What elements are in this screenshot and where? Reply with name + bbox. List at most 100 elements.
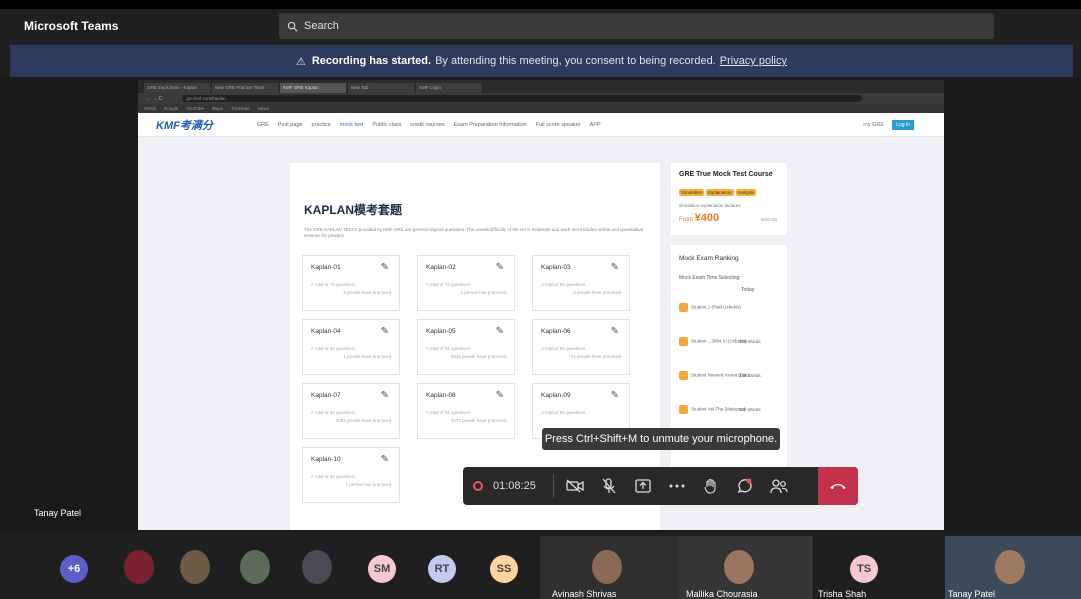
participant-face bbox=[592, 550, 622, 584]
trophy-icon bbox=[679, 303, 688, 312]
question-count: A total of 80 questions bbox=[311, 346, 356, 351]
ranking-student: Student Vel-Tha (Malaysia) bbox=[691, 406, 746, 412]
question-count: A total of 81 questions bbox=[541, 346, 586, 351]
privacy-policy-link[interactable]: Privacy policy bbox=[720, 55, 787, 67]
bookmark-item: Translate bbox=[230, 106, 250, 111]
promo-card: GRE True Mock Test Course Simulation Expl… bbox=[671, 163, 787, 235]
test-card: Kaplan-07 ✎ A total of 82 questions 3094 pe… bbox=[302, 383, 400, 439]
search-input[interactable]: Search bbox=[279, 13, 994, 39]
pencil-icon: ✎ bbox=[610, 390, 619, 401]
banner-message: By attending this meeting, you consent t… bbox=[435, 55, 716, 67]
test-card: Kaplan-10 ✎ A total of 82 questions 1 perso… bbox=[302, 447, 400, 503]
bookmark-item: Gmail bbox=[144, 106, 156, 111]
test-card: Kaplan-08 ✎ A total of 81 questions 3072 pe… bbox=[417, 383, 515, 439]
promo-badge: Simulation bbox=[679, 189, 705, 196]
participant-face bbox=[995, 550, 1025, 584]
pencil-icon: ✎ bbox=[495, 262, 504, 273]
site-nav-item: mock test bbox=[339, 121, 364, 128]
site-nav-item: credit courses bbox=[410, 121, 445, 128]
ranking-student: Student 1 (Pald Uzbekis) bbox=[691, 304, 741, 310]
divider bbox=[553, 474, 554, 498]
meeting-controls: 01:08:25 bbox=[463, 467, 858, 505]
test-card: Kaplan-05 ✎ A total of 81 questions 3042 pe… bbox=[417, 319, 515, 375]
title-bar: Microsoft Teams Search bbox=[0, 9, 1081, 43]
top-strip bbox=[0, 0, 1081, 9]
app-title: Microsoft Teams bbox=[24, 19, 119, 33]
test-card: Kaplan-03 ✎ A total of 81 questions 3 peopl… bbox=[532, 255, 630, 311]
ranking-score: 321 Words bbox=[739, 373, 761, 378]
camera-off-icon bbox=[566, 479, 584, 493]
question-count: A total of 81 questions bbox=[541, 410, 586, 415]
ranking-title: Mock Exam Ranking bbox=[679, 255, 739, 262]
ranking-select-label: Mock Exam Time Selecting: bbox=[679, 275, 741, 281]
test-name: Kaplan-05 bbox=[426, 328, 456, 335]
browser-tab: KMF GRE Kaplan bbox=[280, 83, 346, 93]
question-count: A total of 81 questions bbox=[541, 282, 586, 287]
promo-tagline: simulation explanation lectures bbox=[679, 203, 741, 208]
promo-badge: Explanation bbox=[706, 189, 734, 196]
more-icon bbox=[669, 484, 685, 488]
share-icon bbox=[635, 479, 651, 493]
site-logo: KMF考满分 bbox=[156, 119, 213, 132]
ranking-row: Student 1 (Pald Uzbekis) bbox=[679, 303, 783, 312]
promo-title: GRE True Mock Test Course bbox=[679, 171, 773, 178]
recording-timer: 01:08:25 bbox=[463, 480, 549, 492]
participant-photo bbox=[180, 550, 210, 584]
promo-badge: Analysis bbox=[735, 189, 757, 196]
practice-count: 3072 people have practiced bbox=[450, 418, 506, 423]
participant-name: Tanay Patel bbox=[948, 589, 996, 599]
participant-avatar: SM bbox=[368, 555, 396, 583]
test-name: Kaplan-06 bbox=[541, 328, 571, 335]
participant-photo bbox=[302, 550, 332, 584]
pencil-icon: ✎ bbox=[380, 262, 389, 273]
leave-button[interactable] bbox=[818, 467, 858, 505]
pencil-icon: ✎ bbox=[380, 454, 389, 465]
participant-name: Mallika Chourasia bbox=[686, 589, 758, 599]
participant-name: Trisha Shah bbox=[818, 589, 867, 599]
participant-name: Avinash Shrivas bbox=[552, 589, 617, 599]
mic-button[interactable] bbox=[592, 467, 626, 505]
practice-count: 1 person has practiced bbox=[345, 482, 391, 487]
more-button[interactable] bbox=[660, 467, 694, 505]
participant-face bbox=[724, 550, 754, 584]
shared-screen: GRE mock tests - Kaplan New GRE Practice … bbox=[138, 80, 944, 530]
kaplan-title: KAPLAN模考套题 bbox=[304, 203, 402, 217]
mic-off-icon bbox=[602, 478, 616, 494]
recording-banner: ⚠ Recording has started. By attending th… bbox=[10, 45, 1073, 77]
practice-count: 3094 people have practiced bbox=[335, 418, 391, 423]
practice-count: 3042 people have practiced bbox=[450, 354, 506, 359]
test-card: Kaplan-01 ✎ A total of 79 questions 3 peopl… bbox=[302, 255, 400, 311]
practice-count: 1 people have practiced bbox=[343, 354, 391, 359]
test-card: Kaplan-04 ✎ A total of 80 questions 1 peopl… bbox=[302, 319, 400, 375]
record-icon bbox=[473, 481, 483, 491]
participants-button[interactable] bbox=[762, 467, 796, 505]
question-count: A total of 79 questions bbox=[426, 282, 471, 287]
site-nav-item: Public class bbox=[372, 121, 402, 128]
test-name: Kaplan-10 bbox=[311, 456, 341, 463]
test-name: Kaplan-01 bbox=[311, 264, 341, 271]
ranking-score: 326 Words bbox=[739, 339, 761, 344]
camera-button[interactable] bbox=[558, 467, 592, 505]
site-nav-item: Post page bbox=[277, 121, 303, 128]
chat-button[interactable] bbox=[728, 467, 762, 505]
question-count: A total of 79 questions bbox=[311, 282, 356, 287]
search-placeholder: Search bbox=[304, 20, 339, 32]
ranking-score: 320 Words bbox=[739, 407, 761, 412]
bookmark-item: News bbox=[257, 106, 269, 111]
share-button[interactable] bbox=[626, 467, 660, 505]
participant-avatar: RT bbox=[428, 555, 456, 583]
site-nav-item: Exam Preparation Information bbox=[453, 121, 527, 128]
kaplan-description: The GRE KAPLAN TESTS provided by KMF GRE… bbox=[304, 227, 644, 238]
site-nav-item: APP bbox=[589, 121, 601, 128]
browser-tabs: GRE mock tests - Kaplan New GRE Practice … bbox=[138, 80, 944, 93]
question-count: A total of 82 questions bbox=[311, 410, 356, 415]
browser-tab: KMF Login bbox=[416, 83, 482, 93]
raise-hand-button[interactable] bbox=[694, 467, 728, 505]
participant-photo bbox=[240, 550, 270, 584]
trophy-icon bbox=[679, 371, 688, 380]
participant-avatar: TS bbox=[850, 555, 878, 583]
timer-text: 01:08:25 bbox=[493, 480, 536, 492]
login-button: Log in bbox=[892, 120, 914, 130]
ranking-row: Student Naveed Asmat (Pak) 321 Words bbox=[679, 371, 783, 380]
banner-title: Recording has started. bbox=[311, 55, 432, 67]
